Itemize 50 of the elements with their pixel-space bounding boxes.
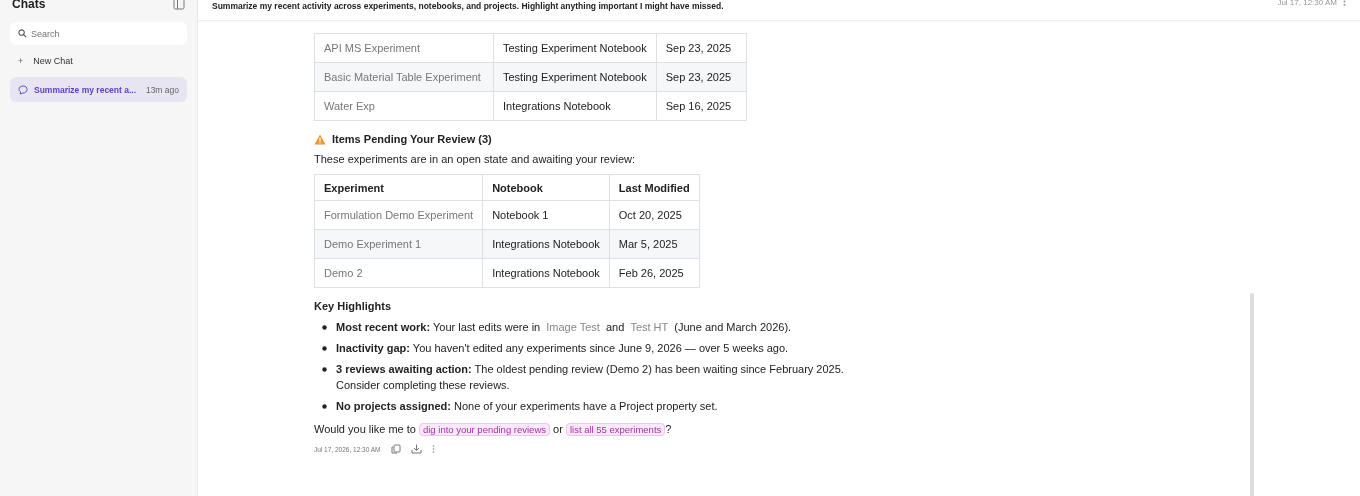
- table-cell: Notebook 1: [482, 200, 610, 230]
- chat-bubble-icon: [18, 84, 28, 95]
- experiment-link[interactable]: Test HT: [627, 321, 672, 333]
- warning-icon: [314, 133, 326, 145]
- copy-icon[interactable]: [390, 444, 401, 454]
- table-cell: Integrations Notebook: [482, 229, 610, 259]
- sidebar-title: Chats: [12, 0, 46, 11]
- highlight-item: No projects assigned: None of your experiments have a Project property set.: [336, 399, 718, 414]
- intro-text: These experiments are in an open state and awaiting your review:: [314, 153, 636, 165]
- experiment-link[interactable]: Formulation Demo Experiment: [314, 200, 483, 230]
- follow-up-question: Would you like me to dig into your pending reviews or list all 55 experiments ?: [314, 423, 673, 435]
- scrollbar[interactable]: [1250, 293, 1254, 496]
- bullet-icon: [322, 346, 327, 351]
- experiment-link[interactable]: Water Exp: [314, 91, 494, 121]
- bullet-icon: [322, 325, 327, 330]
- table-cell: Sep 23, 2025: [656, 33, 747, 63]
- experiment-link[interactable]: Demo Experiment 1: [314, 229, 483, 259]
- highlight-item: Most recent work: Your last edits were in Image Test and Test HT (June and March 2026).: [336, 320, 792, 335]
- table-cell: Testing Experiment Notebook: [493, 62, 657, 92]
- table-cell: Sep 23, 2025: [656, 62, 747, 92]
- bullet-icon: [322, 404, 327, 409]
- search-field[interactable]: Search: [10, 22, 187, 45]
- table-cell: Integrations Notebook: [482, 258, 610, 288]
- section-heading: Key Highlights: [314, 300, 392, 312]
- highlight-item: Inactivity gap: You haven't edited any experiments since June 9, 2026 — over 5 weeks ago.: [336, 341, 789, 356]
- bullet-icon: [322, 367, 327, 372]
- message-time: Jul 17, 12:30 AM: [1277, 0, 1337, 7]
- download-icon[interactable]: [410, 444, 422, 454]
- new-chat-button[interactable]: + New Chat: [10, 54, 81, 68]
- column-header: Last Modified: [609, 174, 700, 201]
- experiment-link[interactable]: Image Test: [543, 321, 603, 333]
- table-cell: Oct 20, 2025: [609, 200, 700, 230]
- experiment-link[interactable]: Basic Material Table Experiment: [314, 62, 494, 92]
- chat-item[interactable]: Summarize my recent a... 13m ago: [10, 77, 187, 102]
- experiment-link[interactable]: API MS Experiment: [314, 33, 494, 63]
- more-options-icon[interactable]: [431, 445, 435, 453]
- column-header: Notebook: [482, 174, 610, 201]
- experiment-link[interactable]: Demo 2: [314, 258, 483, 288]
- column-header: Experiment: [314, 174, 483, 201]
- table-cell: Testing Experiment Notebook: [493, 33, 657, 63]
- table-cell: Feb 26, 2025: [609, 258, 700, 288]
- table-cell: Sep 16, 2025: [656, 91, 747, 121]
- table-cell: Mar 5, 2025: [609, 229, 700, 259]
- section-heading: Items Pending Your Review (3): [332, 133, 492, 145]
- suggestion-chip[interactable]: list all 55 experiments: [565, 423, 666, 436]
- sidebar-toggle-icon[interactable]: [173, 0, 185, 10]
- user-message: Summarize my recent activity across experiments, notebooks, and projects. Highlight anything important I might have missed.: [212, 1, 725, 11]
- table-cell: Integrations Notebook: [493, 91, 657, 121]
- suggestion-chip[interactable]: dig into your pending reviews: [418, 423, 550, 436]
- highlight-item: 3 reviews awaiting action: The oldest pending review (Demo 2) has been waiting since February 2025. Consider completing these reviews.: [336, 362, 845, 393]
